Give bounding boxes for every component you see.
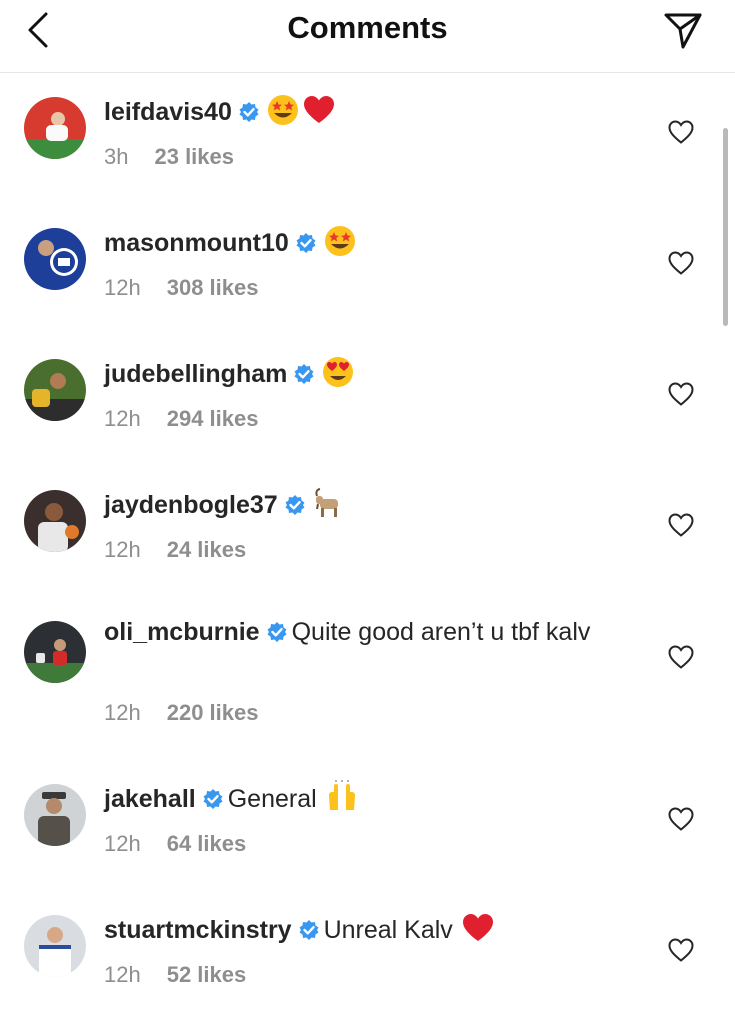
comment-meta: 12h 24 likes [104, 537, 246, 563]
verified-badge-icon [266, 621, 288, 643]
comment-meta: 12h 52 likes [104, 962, 246, 988]
comment-body: jaydenbogle37 [104, 486, 644, 521]
comment-meta: 3h 23 likes [104, 144, 234, 170]
comment-username[interactable]: stuartmckinstry [104, 916, 292, 944]
comment-username[interactable]: oli_mcburnie [104, 618, 260, 646]
comment-body: jakehall General [104, 780, 644, 815]
comment-username[interactable]: masonmount10 [104, 229, 289, 257]
comments-header: Comments [0, 0, 735, 73]
heart-icon [668, 251, 694, 275]
verified-badge-icon [293, 363, 315, 385]
heart-eyes-emoji-icon [321, 355, 355, 389]
scrollbar[interactable] [723, 128, 728, 326]
verified-badge-icon [284, 494, 306, 516]
red-heart-emoji-icon [302, 93, 336, 127]
like-button[interactable] [667, 644, 695, 670]
heart-icon [668, 120, 694, 144]
verified-badge-icon [202, 788, 224, 810]
comment-likes[interactable]: 24 likes [167, 537, 247, 562]
comment-timestamp: 12h [104, 275, 141, 300]
comment-text: General [227, 785, 317, 813]
star-struck-emoji-icon [266, 93, 300, 127]
heart-icon [668, 807, 694, 831]
comment-text: Unreal Kalv [323, 916, 453, 944]
avatar-image [24, 784, 86, 846]
verified-badge-icon [298, 919, 320, 941]
comment-text: Quite good aren’t u tbf kalv [291, 618, 591, 646]
verified-badge-icon [238, 101, 260, 123]
heart-icon [668, 513, 694, 537]
comment-body: stuartmckinstry Unreal Kalv [104, 911, 644, 946]
heart-icon [668, 382, 694, 406]
comment-timestamp: 3h [104, 144, 129, 169]
comment-likes[interactable]: 220 likes [167, 700, 259, 725]
comment-body: leifdavis40 [104, 93, 644, 128]
comment-meta: 12h 220 likes [104, 700, 258, 726]
like-button[interactable] [667, 512, 695, 538]
comment-likes[interactable]: 308 likes [167, 275, 259, 300]
like-button[interactable] [667, 119, 695, 145]
comment-timestamp: 12h [104, 700, 141, 725]
comment-username[interactable]: jakehall [104, 785, 196, 813]
avatar-image [24, 490, 86, 552]
comment-likes[interactable]: 294 likes [167, 406, 259, 431]
avatar-image [24, 915, 86, 977]
avatar-image [24, 621, 86, 683]
comment-timestamp: 12h [104, 831, 141, 856]
comment-timestamp: 12h [104, 406, 141, 431]
like-button[interactable] [667, 381, 695, 407]
comment-username[interactable]: jaydenbogle37 [104, 491, 278, 519]
red-heart-emoji-icon [461, 911, 495, 945]
comment-meta: 12h 64 likes [104, 831, 246, 857]
comment-timestamp: 12h [104, 537, 141, 562]
comment-meta: 12h 308 likes [104, 275, 258, 301]
page-title: Comments [287, 10, 448, 45]
like-button[interactable] [667, 806, 695, 832]
avatar[interactable] [24, 228, 86, 290]
comment-meta: 12h 294 likes [104, 406, 258, 432]
avatar[interactable] [24, 621, 86, 683]
comment-body: oli_mcburnie Quite good aren’t u tbf kalv [104, 617, 644, 648]
avatar-image [24, 359, 86, 421]
goat-emoji-icon [312, 486, 346, 520]
like-button[interactable] [667, 250, 695, 276]
raising-hands-emoji-icon [325, 780, 359, 814]
heart-icon [668, 645, 694, 669]
avatar[interactable] [24, 97, 86, 159]
avatar[interactable] [24, 359, 86, 421]
comment-timestamp: 12h [104, 962, 141, 987]
comment-body: masonmount10 [104, 224, 644, 259]
like-button[interactable] [667, 937, 695, 963]
avatar-image [24, 97, 86, 159]
avatar[interactable] [24, 784, 86, 846]
avatar-image [24, 228, 86, 290]
paper-plane-icon [664, 13, 702, 49]
avatar[interactable] [24, 490, 86, 552]
comment-likes[interactable]: 64 likes [167, 831, 247, 856]
heart-icon [668, 938, 694, 962]
comment-likes[interactable]: 52 likes [167, 962, 247, 987]
comment-username[interactable]: judebellingham [104, 360, 287, 388]
star-struck-emoji-icon [323, 224, 357, 258]
avatar[interactable] [24, 915, 86, 977]
comment-body: judebellingham [104, 355, 644, 390]
comment-likes[interactable]: 23 likes [154, 144, 234, 169]
verified-badge-icon [295, 232, 317, 254]
share-button[interactable] [663, 10, 703, 50]
comment-username[interactable]: leifdavis40 [104, 98, 232, 126]
